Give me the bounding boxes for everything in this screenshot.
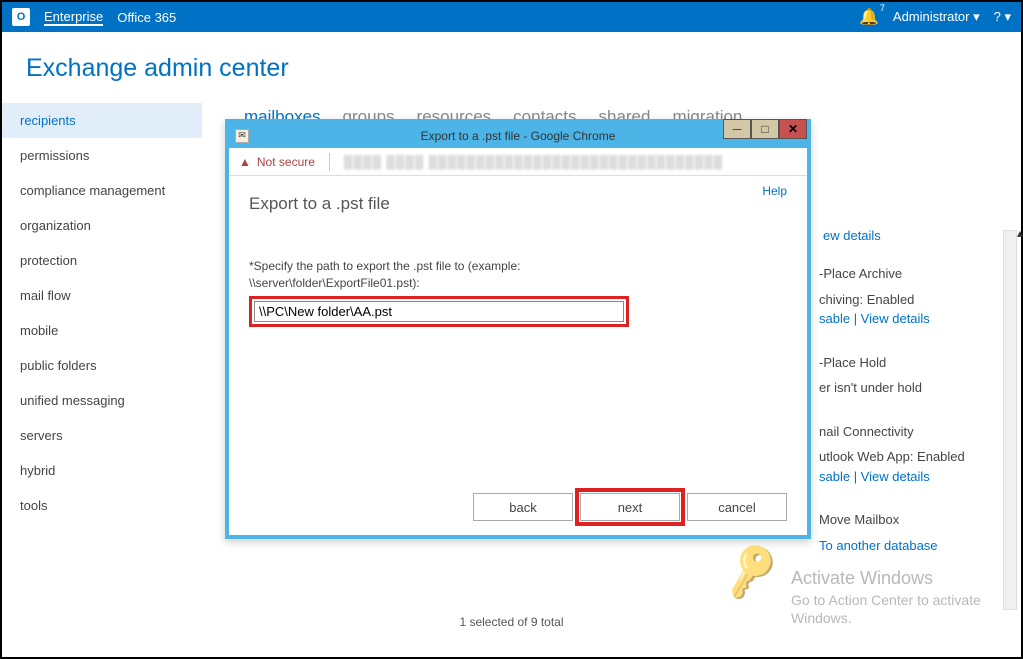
minimize-button[interactable]: ─	[723, 119, 751, 139]
nav-office365[interactable]: Office 365	[117, 10, 176, 25]
next-button[interactable]: next	[580, 493, 680, 521]
archive-title: -Place Archive	[819, 264, 1017, 284]
url-blurred: ████ ████ ██████████████████████████████…	[344, 155, 723, 169]
warning-icon: ▲	[239, 155, 251, 169]
next-button-highlight: next	[575, 488, 685, 526]
conn-title: nail Connectivity	[819, 422, 1017, 442]
watermark-heading: Activate Windows	[791, 567, 1001, 590]
archive-status: chiving: Enabled	[819, 290, 1017, 310]
dialog-heading: Export to a .pst file	[249, 194, 787, 214]
sidebar: recipients permissions compliance manage…	[2, 101, 202, 523]
dialog-titlebar[interactable]: ✉ Export to a .pst file - Google Chrome …	[229, 123, 807, 148]
sidebar-item-permissions[interactable]: permissions	[2, 138, 202, 173]
dialog-app-icon: ✉	[235, 129, 249, 143]
export-pst-dialog: ✉ Export to a .pst file - Google Chrome …	[225, 119, 811, 539]
office-logo-icon: O	[12, 8, 30, 26]
sidebar-item-protection[interactable]: protection	[2, 243, 202, 278]
help-dropdown[interactable]: ? ▾	[994, 9, 1011, 25]
not-secure-label: Not secure	[257, 155, 315, 169]
back-button[interactable]: back	[473, 493, 573, 521]
notif-count: 7	[880, 3, 885, 13]
sidebar-item-compliance[interactable]: compliance management	[2, 173, 202, 208]
collapse-caret-icon[interactable]: ▴	[1017, 224, 1023, 242]
sidebar-item-recipients[interactable]: recipients	[2, 103, 202, 138]
path-label-line1: *Specify the path to export the .pst fil…	[249, 258, 787, 275]
sidebar-item-servers[interactable]: servers	[2, 418, 202, 453]
notification-bell-icon[interactable]: 🔔7	[859, 7, 879, 27]
archive-links[interactable]: sable | View details	[819, 309, 1017, 329]
sidebar-item-mobile[interactable]: mobile	[2, 313, 202, 348]
status-bar: 1 selected of 9 total	[2, 615, 1021, 629]
sidebar-item-organization[interactable]: organization	[2, 208, 202, 243]
topbar: O Enterprise Office 365 🔔7 Administrator…	[2, 2, 1021, 32]
move-link[interactable]: To another database	[819, 538, 938, 553]
key-icon: 🔑	[718, 539, 784, 603]
admin-dropdown[interactable]: Administrator ▾	[893, 9, 980, 25]
security-bar: ▲ Not secure ████ ████ █████████████████…	[229, 148, 807, 176]
sidebar-item-unifiedmessaging[interactable]: unified messaging	[2, 383, 202, 418]
nav-enterprise[interactable]: Enterprise	[44, 9, 103, 26]
help-link[interactable]: Help	[762, 184, 787, 198]
view-details-link[interactable]: ew details	[823, 226, 881, 246]
page-title: Exchange admin center	[2, 32, 1021, 101]
conn-links[interactable]: sable | View details	[819, 467, 1017, 487]
move-title: Move Mailbox	[819, 510, 1017, 530]
conn-status: utlook Web App: Enabled	[819, 447, 1017, 467]
close-button[interactable]: ✕	[779, 119, 807, 139]
cancel-button[interactable]: cancel	[687, 493, 787, 521]
path-label-line2: \\server\folder\ExportFile01.pst):	[249, 275, 787, 292]
sidebar-item-publicfolders[interactable]: public folders	[2, 348, 202, 383]
path-input[interactable]	[254, 301, 624, 322]
dialog-title: Export to a .pst file - Google Chrome	[421, 129, 616, 143]
sidebar-item-hybrid[interactable]: hybrid	[2, 453, 202, 488]
sidebar-item-tools[interactable]: tools	[2, 488, 202, 523]
maximize-button[interactable]: □	[751, 119, 779, 139]
path-input-highlight	[249, 296, 629, 327]
hold-status: er isn't under hold	[819, 378, 1017, 398]
details-pane: ew details ▴ -Place Archive chiving: Ena…	[819, 230, 1017, 579]
sidebar-item-mailflow[interactable]: mail flow	[2, 278, 202, 313]
hold-title: -Place Hold	[819, 353, 1017, 373]
